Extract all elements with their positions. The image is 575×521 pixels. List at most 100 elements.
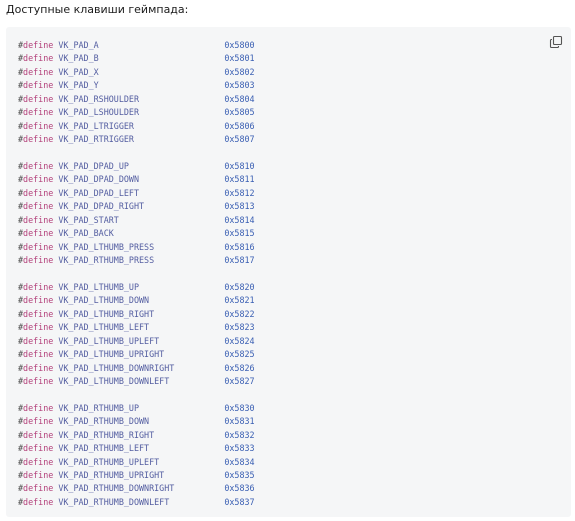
macro-value: 0x5837 (224, 496, 255, 507)
define-keyword: define (23, 66, 54, 77)
macro-value: 0x5832 (224, 429, 255, 440)
code-line: #define VK_PAD_LTHUMB_PRESS 0x5816 (18, 241, 255, 254)
code-line: #define VK_PAD_LSHOULDER 0x5805 (18, 106, 255, 119)
code-line: #define VK_PAD_RTHUMB_UPRIGHT 0x5835 (18, 469, 255, 482)
code-line: #define VK_PAD_LTRIGGER 0x5806 (18, 120, 255, 133)
macro-name: VK_PAD_RTHUMB_LEFT (58, 443, 150, 454)
copy-icon (549, 35, 563, 49)
define-keyword: define (23, 255, 54, 265)
code-line: #define VK_PAD_DPAD_DOWN 0x5811 (18, 173, 255, 186)
define-keyword: define (23, 107, 54, 118)
code-line: #define VK_PAD_RTHUMB_DOWNLEFT 0x5837 (18, 496, 255, 509)
define-keyword: define (23, 322, 54, 333)
macro-name: VK_PAD_RTHUMB_UPLEFT (58, 456, 160, 467)
code-line: #define VK_PAD_RTRIGGER 0x5807 (18, 133, 255, 146)
macro-name: VK_PAD_LTHUMB_UPRIGHT (58, 349, 165, 360)
macro-name: VK_PAD_BACK (58, 228, 114, 239)
macro-name: VK_PAD_B (58, 53, 99, 64)
define-keyword: define (23, 241, 54, 252)
macro-name: VK_PAD_X (58, 66, 99, 77)
macro-name: VK_PAD_LSHOULDER (58, 107, 139, 118)
macro-value: 0x5817 (224, 255, 255, 265)
code-line: #define VK_PAD_RSHOULDER 0x5804 (18, 93, 255, 106)
define-keyword: define (23, 496, 54, 507)
code-line: #define VK_PAD_B 0x5801 (18, 52, 255, 65)
macro-value: 0x5836 (224, 483, 255, 494)
define-keyword: define (23, 53, 54, 64)
macro-name: VK_PAD_RTHUMB_PRESS (58, 255, 155, 265)
code-line: #define VK_PAD_RTHUMB_UP 0x5830 (18, 402, 255, 415)
macro-name: VK_PAD_RTHUMB_DOWNRIGHT (58, 483, 175, 494)
macro-value: 0x5820 (224, 281, 255, 292)
define-keyword: define (23, 483, 54, 494)
define-keyword: define (23, 120, 54, 131)
code-line: #define VK_PAD_DPAD_LEFT 0x5812 (18, 187, 255, 200)
define-keyword: define (23, 214, 54, 225)
define-keyword: define (23, 228, 54, 239)
define-keyword: define (23, 80, 54, 91)
macro-value: 0x5806 (224, 120, 255, 131)
macro-name: VK_PAD_A (58, 40, 99, 50)
code-line: #define VK_PAD_LTHUMB_RIGHT 0x5822 (18, 308, 255, 321)
macro-value: 0x5811 (224, 174, 255, 185)
define-keyword: define (23, 295, 54, 306)
macro-value: 0x5810 (224, 160, 255, 171)
macro-value: 0x5834 (224, 456, 255, 467)
macro-name: VK_PAD_LTHUMB_PRESS (58, 241, 155, 252)
macro-name: VK_PAD_RTHUMB_UPRIGHT (58, 470, 165, 480)
code-line: #define VK_PAD_LTHUMB_LEFT 0x5823 (18, 321, 255, 334)
macro-value: 0x5827 (224, 375, 255, 386)
define-keyword: define (23, 416, 54, 427)
macro-name: VK_PAD_RSHOULDER (58, 93, 139, 104)
macro-value: 0x5833 (224, 443, 255, 454)
code-line: #define VK_PAD_LTHUMB_DOWN 0x5821 (18, 294, 255, 307)
macro-name: VK_PAD_LTHUMB_UP (58, 281, 139, 292)
code-line: #define VK_PAD_START 0x5814 (18, 214, 255, 227)
define-keyword: define (23, 402, 54, 413)
define-keyword: define (23, 456, 54, 467)
code-line: #define VK_PAD_LTHUMB_UPLEFT 0x5824 (18, 335, 255, 348)
code-line: #define VK_PAD_X 0x5802 (18, 66, 255, 79)
define-keyword: define (23, 281, 54, 292)
macro-value: 0x5824 (224, 335, 255, 346)
macro-name: VK_PAD_LTHUMB_DOWN (58, 295, 150, 306)
code-line: #define VK_PAD_RTHUMB_DOWNRIGHT 0x5836 (18, 482, 255, 495)
macro-value: 0x5821 (224, 295, 255, 306)
define-keyword: define (23, 335, 54, 346)
macro-name: VK_PAD_RTHUMB_DOWNLEFT (58, 496, 170, 507)
macro-value: 0x5825 (224, 349, 255, 360)
define-keyword: define (23, 443, 54, 454)
macro-value: 0x5823 (224, 322, 255, 333)
define-keyword: define (23, 349, 54, 360)
define-keyword: define (23, 362, 54, 373)
macro-name: VK_PAD_DPAD_LEFT (58, 187, 139, 198)
code-lines: #define VK_PAD_A 0x5800 #define VK_PAD_B 0x58… (18, 39, 255, 509)
code-line: #define VK_PAD_RTHUMB_DOWN 0x5831 (18, 415, 255, 428)
macro-name: VK_PAD_START (58, 214, 119, 225)
define-keyword: define (23, 375, 54, 386)
define-keyword: define (23, 470, 54, 480)
define-keyword: define (23, 201, 54, 212)
code-line: #define VK_PAD_LTHUMB_DOWNRIGHT 0x5826 (18, 362, 255, 375)
macro-value: 0x5812 (224, 187, 255, 198)
macro-name: VK_PAD_Y (58, 80, 99, 91)
define-keyword: define (23, 93, 54, 104)
code-line: #define VK_PAD_BACK 0x5815 (18, 227, 255, 240)
copy-button[interactable] (549, 35, 563, 49)
code-line: #define VK_PAD_RTHUMB_LEFT 0x5833 (18, 442, 255, 455)
code-line: #define VK_PAD_RTHUMB_RIGHT 0x5832 (18, 429, 255, 442)
code-block: #define VK_PAD_A 0x5800 #define VK_PAD_B 0x58… (6, 27, 571, 517)
code-line: #define VK_PAD_A 0x5800 (18, 39, 255, 52)
define-keyword: define (23, 174, 54, 185)
define-keyword: define (23, 429, 54, 440)
macro-name: VK_PAD_LTHUMB_DOWNLEFT (58, 375, 170, 386)
code-line: #define VK_PAD_LTHUMB_UPRIGHT 0x5825 (18, 348, 255, 361)
code-line: #define VK_PAD_RTHUMB_UPLEFT 0x5834 (18, 456, 255, 469)
macro-value: 0x5816 (224, 241, 255, 252)
define-keyword: define (23, 134, 54, 145)
intro-text: Доступные клавиши геймпада: (6, 3, 189, 16)
define-keyword: define (23, 160, 54, 171)
macro-name: VK_PAD_DPAD_DOWN (58, 174, 139, 185)
